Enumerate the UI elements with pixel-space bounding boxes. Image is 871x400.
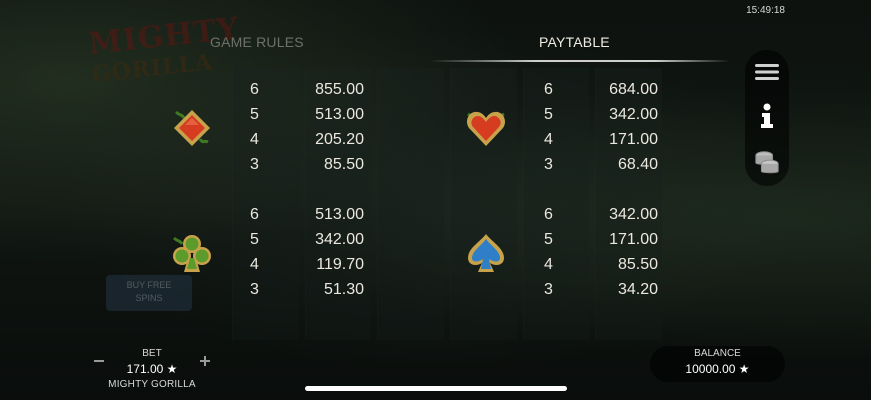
paytable-heart: 6 684.00 5 342.00 4 171.00 3 68.40 (544, 78, 658, 178)
paytable-row: 5 342.00 (544, 103, 658, 127)
active-tab-underline (430, 60, 730, 62)
payout-value: 85.50 (323, 156, 364, 173)
paytable-row: 6 513.00 (250, 203, 364, 227)
paytable-row: 5 342.00 (250, 228, 364, 252)
payout-value: 171.00 (609, 231, 658, 248)
payout-value: 119.70 (316, 256, 364, 273)
symbol-count: 4 (544, 256, 553, 273)
symbol-count: 3 (544, 281, 553, 298)
payout-value: 171.00 (609, 131, 658, 148)
hamburger-menu-icon (755, 64, 779, 80)
paytable-row: 4 119.70 (250, 253, 364, 277)
tab-paytable[interactable]: PAYTABLE (539, 34, 610, 50)
paytable-row: 4 205.20 (250, 128, 364, 152)
paytable-row: 6 855.00 (250, 78, 364, 102)
balance-label: BALANCE (694, 348, 741, 359)
coins-button[interactable] (753, 148, 781, 176)
payout-value: 855.00 (315, 81, 364, 98)
symbol-count: 5 (544, 106, 553, 123)
bet-increase-button[interactable] (196, 352, 214, 370)
spade-icon (468, 234, 504, 272)
paytable-row: 3 85.50 (250, 153, 364, 177)
payout-value: 51.30 (323, 281, 364, 298)
club-icon (172, 235, 211, 272)
payout-value: 513.00 (315, 206, 364, 223)
coin-stack-icon (755, 151, 779, 174)
balance-value: 10000.00 ★ (685, 362, 750, 376)
bet-panel: BET 171.00 ★ MIGHTY GORILLA (90, 346, 220, 394)
tab-game-rules[interactable]: GAME RULES (210, 34, 304, 50)
heart-icon (466, 111, 506, 146)
info-button[interactable] (753, 102, 781, 130)
payout-value: 342.00 (609, 206, 658, 223)
symbol-count: 6 (544, 81, 553, 98)
symbol-count: 5 (250, 106, 259, 123)
game-name: MIGHTY GORILLA (108, 379, 196, 390)
symbol-count: 3 (250, 281, 259, 298)
symbol-count: 3 (250, 156, 259, 173)
paytable-row: 3 68.40 (544, 153, 658, 177)
paytable-row: 5 171.00 (544, 228, 658, 252)
payout-value: 85.50 (617, 256, 658, 273)
diamond-icon (174, 110, 210, 146)
paytable-row: 3 34.20 (544, 278, 658, 302)
paytable-row: 6 342.00 (544, 203, 658, 227)
paytable-diamond: 6 855.00 5 513.00 4 205.20 3 85.50 (250, 78, 364, 178)
home-indicator[interactable] (305, 386, 567, 391)
symbol-count: 4 (250, 131, 259, 148)
symbol-count: 3 (544, 156, 553, 173)
symbol-count: 4 (544, 131, 553, 148)
symbol-count: 6 (250, 81, 259, 98)
buy-free-spins-button-faded: BUY FREE SPINS (106, 275, 192, 311)
symbol-count: 6 (250, 206, 259, 223)
symbol-count: 5 (250, 231, 259, 248)
clock: 15:49:18 (746, 5, 785, 16)
payout-value: 34.20 (617, 281, 658, 298)
payout-value: 205.20 (315, 131, 364, 148)
reel (377, 68, 445, 340)
balance-panel: BALANCE 10000.00 ★ (650, 346, 785, 382)
paytable-row: 4 85.50 (544, 253, 658, 277)
side-menu (745, 50, 789, 186)
plus-icon (200, 356, 210, 366)
symbol-count: 4 (250, 256, 259, 273)
paytable-row: 6 684.00 (544, 78, 658, 102)
paytable-club: 6 513.00 5 342.00 4 119.70 3 51.30 (250, 203, 364, 303)
menu-button[interactable] (753, 58, 781, 86)
payout-value: 68.40 (617, 156, 658, 173)
symbol-count: 6 (544, 206, 553, 223)
paytable-row: 5 513.00 (250, 103, 364, 127)
payout-value: 513.00 (315, 106, 364, 123)
symbol-count: 5 (544, 231, 553, 248)
payout-value: 342.00 (609, 106, 658, 123)
paytable-row: 4 171.00 (544, 128, 658, 152)
paytable-spade: 6 342.00 5 171.00 4 85.50 3 34.20 (544, 203, 658, 303)
paytable-row: 3 51.30 (250, 278, 364, 302)
info-icon (761, 103, 773, 128)
payout-value: 684.00 (609, 81, 658, 98)
payout-value: 342.00 (315, 231, 364, 248)
